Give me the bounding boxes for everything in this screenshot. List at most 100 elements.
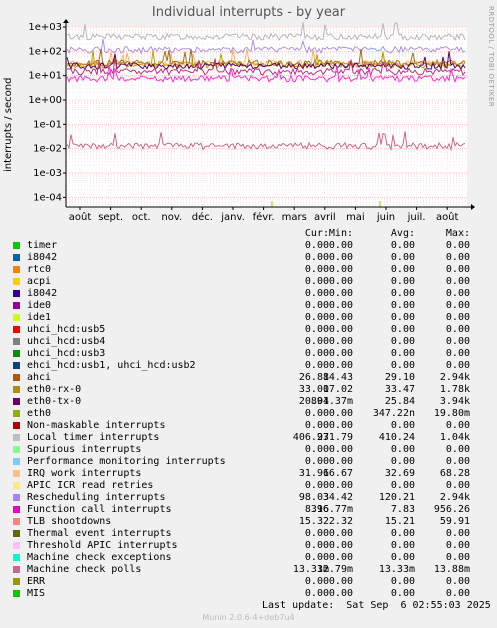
legend-min: 0.00 (328, 264, 353, 275)
legend-row: Threshold APIC interrupts 0.00 0.00 0.00 0.0… (0, 540, 497, 552)
legend-max: 0.00 (445, 540, 470, 551)
legend-max: 0.00 (445, 252, 470, 263)
legend-swatch (13, 386, 20, 393)
legend-name: Performance monitoring interrupts (27, 456, 226, 467)
legend-max: 0.00 (445, 588, 470, 599)
legend-min: 0.00 (328, 240, 353, 251)
x-tick-label: sept. (98, 212, 123, 223)
legend-min: 2.32 (328, 516, 353, 527)
x-tick-label: juin (376, 212, 395, 223)
legend-max: 0.00 (445, 528, 470, 539)
legend-row: acpi 0.00 0.00 0.00 0.00 (0, 276, 497, 288)
legend-max: 13.88m (433, 564, 470, 575)
legend-row: ide1 0.00 0.00 0.00 0.00 (0, 312, 497, 324)
legend-min: 0.00 (328, 336, 353, 347)
legend-row: i8042 0.00 0.00 0.00 0.00 (0, 288, 497, 300)
legend-name: Thermal event interrupts (27, 528, 172, 539)
legend-row: i8042 0.00 0.00 0.00 0.00 (0, 252, 497, 264)
legend-min: 34.42 (322, 492, 353, 503)
x-tick-label: janv. (220, 212, 245, 223)
legend-name: IRQ work interrupts (27, 468, 142, 479)
legend-min: 0.00 (328, 444, 353, 455)
legend-swatch (13, 566, 20, 573)
legend-name: MIS (27, 588, 46, 599)
legend-name: Function call interrupts (27, 504, 172, 515)
legend-name: ide0 (27, 300, 52, 311)
legend-max: 0.00 (445, 360, 470, 371)
legend-max: 1.04k (439, 432, 470, 443)
legend-min: 0.00 (328, 348, 353, 359)
legend-swatch (13, 398, 20, 405)
legend-min: 891.37m (310, 396, 353, 407)
legend-min: 0.00 (328, 288, 353, 299)
legend-max: 1.78k (439, 384, 470, 395)
legend-name: Rescheduling interrupts (27, 492, 166, 503)
legend-swatch (13, 554, 20, 561)
legend-max: 0.00 (445, 312, 470, 323)
legend-row: Function call interrupts 8.16 396.77m 7.83 9… (0, 504, 497, 516)
legend-swatch (13, 362, 20, 369)
legend-max: 0.00 (445, 348, 470, 359)
legend-swatch (13, 290, 20, 297)
legend-min: 0.00 (328, 408, 353, 419)
x-tick-label: août (436, 211, 459, 223)
legend-row: MIS 0.00 0.00 0.00 0.00 (0, 588, 497, 600)
legend-swatch (13, 518, 20, 525)
legend-max: 0.00 (445, 576, 470, 587)
legend-max: 0.00 (445, 300, 470, 311)
legend-min: 0.00 (328, 588, 353, 599)
legend-min: 0.00 (328, 480, 353, 491)
legend-max: 956.26 (433, 504, 470, 515)
x-tick-label: mai (346, 212, 365, 223)
legend-swatch (13, 326, 20, 333)
legend-name: Local timer interrupts (27, 432, 160, 443)
legend-swatch (13, 494, 20, 501)
y-tick-label: 1e+01 (28, 71, 62, 82)
legend-name: acpi (27, 276, 52, 287)
legend-min: 0.00 (328, 540, 353, 551)
legend-name: i8042 (27, 252, 58, 263)
legend-min: 12.79m (316, 564, 353, 575)
x-tick-label: avril (314, 212, 336, 223)
legend-swatch (13, 338, 20, 345)
legend-swatch (13, 470, 20, 477)
legend-max: 0.00 (445, 456, 470, 467)
legend-name: ERR (27, 576, 46, 587)
x-tick-label: août (69, 211, 92, 223)
legend-swatch (13, 482, 20, 489)
legend-min: 396.77m (310, 504, 353, 515)
legend-min: 0.00 (328, 300, 353, 311)
legend-name: Threshold APIC interrupts (27, 540, 178, 551)
legend-max: 2.94k (439, 492, 470, 503)
legend-row: timer 0.00 0.00 0.00 0.00 (0, 240, 497, 252)
legend-max: 59.91 (439, 516, 470, 527)
y-tick-label: 1e-01 (33, 119, 62, 130)
legend-row: IRQ work interrupts 31.96 16.67 32.69 68.28 (0, 468, 497, 480)
legend-row: ide0 0.00 0.00 0.00 0.00 (0, 300, 497, 312)
legend-min: 14.43 (322, 372, 353, 383)
legend-row: eth0 0.00 0.00 347.22n 19.80m (0, 408, 497, 420)
legend-name: uhci_hcd:usb5 (27, 324, 106, 335)
legend-swatch (13, 422, 20, 429)
y-tick-label: 1e-02 (33, 144, 62, 155)
x-tick-label: nov. (161, 212, 182, 223)
legend-max: 0.00 (445, 240, 470, 251)
legend-min: 0.00 (328, 576, 353, 587)
legend-row: Non-maskable interrupts 0.00 0.00 0.00 0.00 (0, 420, 497, 432)
y-tick-label: 1e+02 (28, 46, 62, 57)
legend-row: TLB shootdowns 15.32 2.32 15.21 59.91 (0, 516, 497, 528)
legend-swatch (13, 506, 20, 513)
x-tick-label: déc. (192, 211, 213, 223)
legend-row: Thermal event interrupts 0.00 0.00 0.00 0.00 (0, 528, 497, 540)
legend-swatch (13, 314, 20, 321)
legend-swatch (13, 242, 20, 249)
legend-header-max: Max: (445, 228, 470, 239)
legend-swatch (13, 458, 20, 465)
legend-max: 0.00 (445, 264, 470, 275)
x-axis-arrow (471, 204, 475, 210)
legend-row: rtc0 0.00 0.00 0.00 0.00 (0, 264, 497, 276)
legend-swatch (13, 434, 20, 441)
legend-swatch (13, 254, 20, 261)
legend-swatch (13, 350, 20, 357)
legend-header-min: Min: (328, 228, 353, 239)
